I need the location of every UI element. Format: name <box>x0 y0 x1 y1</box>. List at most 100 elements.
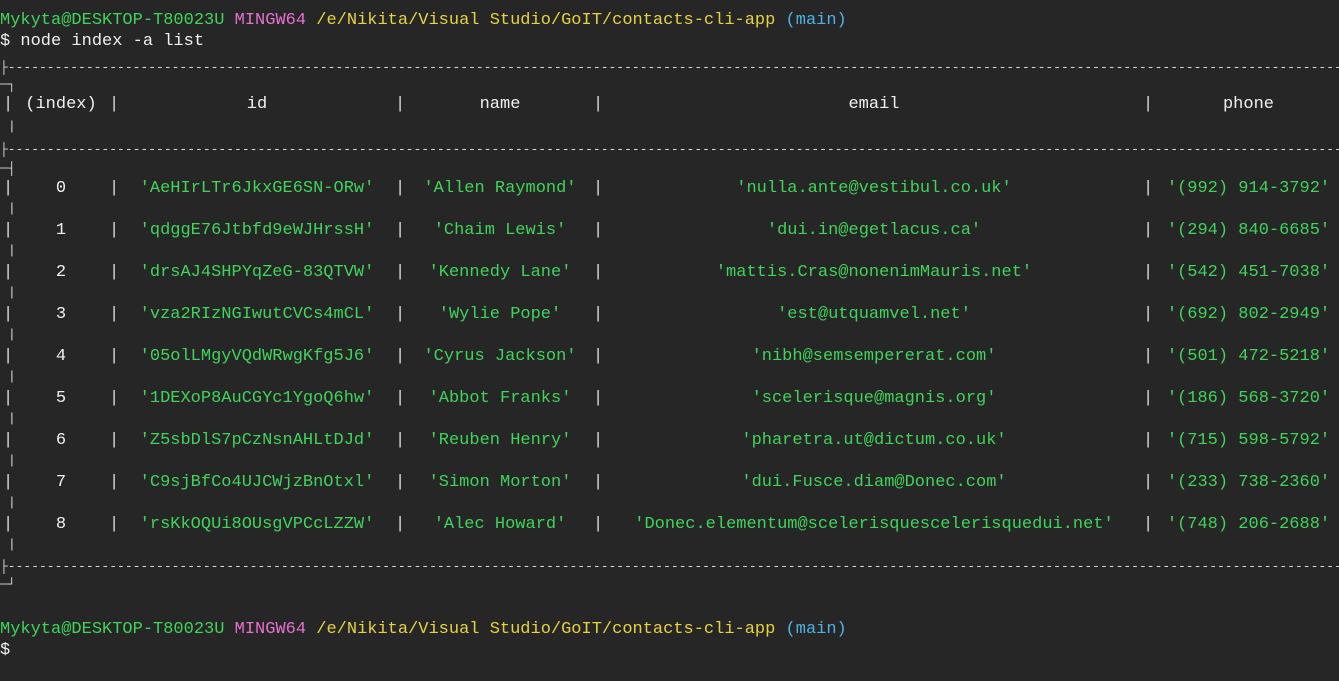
table-border-pipe: | <box>3 347 14 366</box>
prompt-branch: (main) <box>785 620 847 639</box>
command-text: node index -a list <box>20 32 205 51</box>
cell-email: 'nulla.ante@vestibul.co.uk' <box>736 179 1012 198</box>
table-border-pipe: | <box>1143 263 1154 282</box>
terminal-window[interactable]: Mykyta@DESKTOP-T80023U MINGW64 /e/Nikita… <box>0 0 1339 681</box>
header-index: (index) <box>25 95 97 114</box>
cell-email: 'pharetra.ut@dictum.co.uk' <box>741 431 1007 450</box>
cell-id: '05olLMgyVQdWRwgKfg5J6' <box>139 347 375 366</box>
table-border-pipe: | <box>395 515 406 534</box>
table-border-pipe: | <box>3 473 14 492</box>
prompt-path: /e/Nikita/Visual Studio/GoIT/contacts-cl… <box>316 11 776 30</box>
table-border-pipe: | <box>8 327 16 342</box>
table-border-pipe: | <box>1143 347 1154 366</box>
table-border-pipe: | <box>8 453 16 468</box>
header-phone: phone <box>1222 95 1274 114</box>
cell-email: 'scelerisque@magnis.org' <box>751 389 997 408</box>
cell-index: 3 <box>55 305 67 324</box>
cell-index: 4 <box>55 347 67 366</box>
cell-phone: '(186) 568-3720' <box>1166 389 1331 408</box>
cell-email: 'dui.in@egetlacus.ca' <box>766 221 982 240</box>
table-border-pipe: | <box>593 347 604 366</box>
prompt-line-2: Mykyta@DESKTOP-T80023U MINGW64 /e/Nikita… <box>0 619 847 640</box>
table-border-pipe: | <box>3 431 14 450</box>
table-border-pipe: | <box>1143 179 1154 198</box>
cell-email: 'mattis.Cras@nonenimMauris.net' <box>715 263 1033 282</box>
prompt-symbol: $ <box>0 641 11 660</box>
cell-name: 'Cyrus Jackson' <box>423 347 577 366</box>
cell-id: 'AeHIrLTr6JkxGE6SN-ORw' <box>139 179 375 198</box>
table-border-pipe: | <box>3 263 14 282</box>
prompt-user-host: Mykyta@DESKTOP-T80023U <box>0 11 225 30</box>
prompt-line-1: Mykyta@DESKTOP-T80023U MINGW64 /e/Nikita… <box>0 10 847 31</box>
prompt-branch: (main) <box>785 11 847 30</box>
prompt-shell: MINGW64 <box>234 11 307 30</box>
table-border-pipe: | <box>395 221 406 240</box>
table-border-pipe: | <box>593 515 604 534</box>
cell-id: '1DEXoP8AuCGYc1YgoQ6hw' <box>139 389 375 408</box>
cell-phone: '(294) 840-6685' <box>1166 221 1331 240</box>
table-border-pipe: | <box>593 263 604 282</box>
table-border-pipe: | <box>109 305 120 324</box>
prompt-path: /e/Nikita/Visual Studio/GoIT/contacts-cl… <box>316 620 776 639</box>
input-line[interactable]: $ <box>0 640 10 661</box>
cell-name: 'Allen Raymond' <box>423 179 577 198</box>
command-line: $ node index -a list <box>0 31 204 52</box>
table-border-pipe: | <box>109 473 120 492</box>
cell-phone: '(542) 451-7038' <box>1166 263 1331 282</box>
table-corner: ─┤ <box>0 161 16 176</box>
table-border-pipe: | <box>3 95 14 114</box>
cell-email: 'est@utquamvel.net' <box>777 305 971 324</box>
table-border-pipe: | <box>109 347 120 366</box>
table-border-pipe: | <box>3 179 14 198</box>
table-border-pipe: | <box>1143 95 1154 114</box>
table-border-pipe: | <box>109 389 120 408</box>
prompt-user-host: Mykyta@DESKTOP-T80023U <box>0 620 225 639</box>
cell-id: 'vza2RIzNGIwutCVCs4mCL' <box>139 305 375 324</box>
cell-phone: '(233) 738-2360' <box>1166 473 1331 492</box>
cell-id: 'Z5sbDlS7pCzNsnAHLtDJd' <box>139 431 375 450</box>
table-border-pipe: | <box>395 179 406 198</box>
table-border-pipe: | <box>593 179 604 198</box>
cell-email: 'dui.Fusce.diam@Donec.com' <box>741 473 1007 492</box>
cell-id: 'drsAJ4SHPYqZeG-83QTVW' <box>139 263 375 282</box>
cell-index: 5 <box>55 389 67 408</box>
table-border-pipe: | <box>395 389 406 408</box>
cell-name: 'Simon Morton' <box>428 473 572 492</box>
cell-id: 'qdggE76Jtbfd9eWJHrssH' <box>139 221 375 240</box>
table-border-pipe: | <box>8 369 16 384</box>
table-corner: ─┐ <box>0 77 16 92</box>
table-border-pipe: | <box>8 119 16 134</box>
cell-phone: '(748) 206-2688' <box>1166 515 1331 534</box>
table-border-pipe: | <box>109 95 120 114</box>
cell-id: 'C9sjBfCo4UJCWjzBnOtxl' <box>139 473 375 492</box>
cell-email: 'Donec.elementum@scelerisquescelerisqued… <box>634 515 1114 534</box>
table-border-pipe: | <box>8 411 16 426</box>
table-border-pipe: | <box>395 305 406 324</box>
header-id: id <box>246 95 268 114</box>
table-border-pipe: | <box>1143 221 1154 240</box>
table-border-pipe: | <box>1143 389 1154 408</box>
table-border-pipe: | <box>593 305 604 324</box>
cell-index: 0 <box>55 179 67 198</box>
table-border-pipe: | <box>395 473 406 492</box>
table-border-pipe: | <box>1143 431 1154 450</box>
table-border-pipe: | <box>109 263 120 282</box>
table-border-pipe: | <box>8 201 16 216</box>
table-border-pipe: | <box>1143 305 1154 324</box>
cell-name: 'Abbot Franks' <box>428 389 572 408</box>
table-border-pipe: | <box>3 305 14 324</box>
table-border-pipe: | <box>395 95 406 114</box>
table-border-pipe: | <box>593 389 604 408</box>
table-border-pipe: | <box>395 431 406 450</box>
table-border-pipe: | <box>3 221 14 240</box>
table-border-pipe: | <box>3 515 14 534</box>
table-border-pipe: | <box>8 495 16 510</box>
cell-index: 7 <box>55 473 67 492</box>
cell-phone: '(692) 802-2949' <box>1166 305 1331 324</box>
table-border-pipe: | <box>1143 515 1154 534</box>
table-border-pipe: | <box>395 347 406 366</box>
cell-phone: '(501) 472-5218' <box>1166 347 1331 366</box>
cell-name: 'Kennedy Lane' <box>428 263 572 282</box>
table-bottom-border: ├---------------------------------------… <box>0 559 1339 574</box>
cell-index: 2 <box>55 263 67 282</box>
